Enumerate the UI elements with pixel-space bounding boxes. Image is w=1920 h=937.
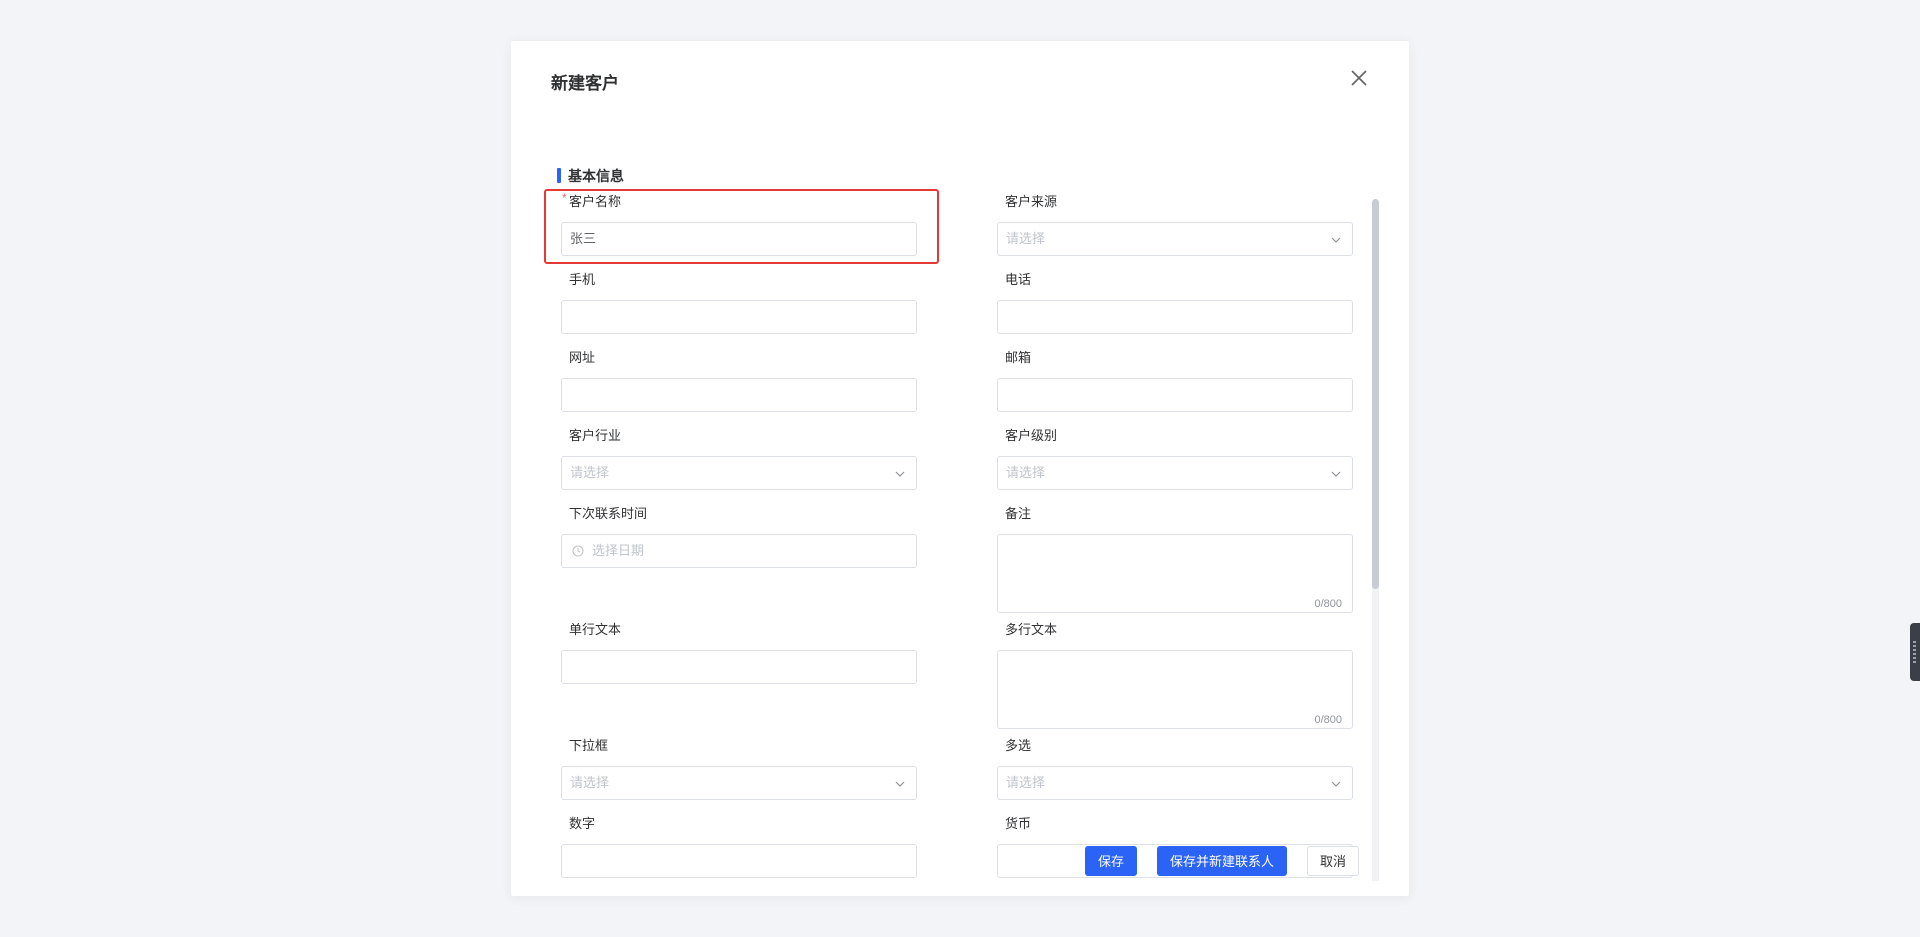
clock-icon [572,545,584,557]
dropdown-placeholder: 请选择 [570,775,610,790]
scrollbar-thumb[interactable] [1372,199,1379,589]
dropdown-label: 下拉框 [569,738,609,753]
dialog-footer: 保存 保存并新建联系人 取消 [1084,846,1359,876]
field-number: 数字 [561,815,917,878]
chevron-down-icon [1331,237,1341,243]
industry-label: 客户行业 [569,428,622,443]
grip-icon [1913,641,1916,663]
required-marker: * [562,191,567,205]
multi-select-placeholder: 请选择 [1006,775,1046,790]
new-customer-dialog: 新建客户 基本信息 * 客户名称 张三 客户来源 请选择 手机 电话 网址 邮箱… [511,41,1409,896]
customer-source-placeholder: 请选择 [1006,231,1046,246]
form-scrollbar[interactable] [1372,199,1379,881]
field-mobile: 手机 [561,271,917,334]
next-contact-date-picker[interactable]: 选择日期 [561,534,917,568]
customer-name-input[interactable]: 张三 [561,222,917,256]
field-multi-text: 多行文本 0/800 [997,621,1353,729]
industry-select[interactable]: 请选择 [561,456,917,490]
number-input[interactable] [561,844,917,878]
single-text-label: 单行文本 [569,622,622,637]
field-level: 客户级别 请选择 [997,427,1353,490]
chevron-down-icon [895,781,905,787]
multi-select-select[interactable]: 请选择 [997,766,1353,800]
field-customer-source: 客户来源 请选择 [997,193,1353,256]
phone-input[interactable] [997,300,1353,334]
field-website: 网址 [561,349,917,412]
field-next-contact: 下次联系时间 选择日期 [561,505,917,568]
website-label: 网址 [569,350,596,365]
customer-name-label: 客户名称 [569,194,622,209]
multi-text-textarea[interactable]: 0/800 [997,650,1353,729]
form-scroll-area[interactable]: 基本信息 * 客户名称 张三 客户来源 请选择 手机 电话 网址 邮箱 客户行业… [511,119,1381,881]
customer-name-value: 张三 [570,231,597,246]
multi-text-label: 多行文本 [1005,622,1058,637]
field-remark: 备注 0/800 [997,505,1353,613]
mobile-input[interactable] [561,300,917,334]
level-select[interactable]: 请选择 [997,456,1353,490]
next-contact-placeholder: 选择日期 [592,543,645,558]
phone-label: 电话 [1005,272,1032,287]
save-and-new-contact-button[interactable]: 保存并新建联系人 [1156,846,1287,876]
remark-char-counter: 0/800 [1314,598,1342,610]
field-email: 邮箱 [997,349,1353,412]
cancel-button[interactable]: 取消 [1306,846,1359,876]
field-industry: 客户行业 请选择 [561,427,917,490]
level-placeholder: 请选择 [1006,465,1046,480]
multi-text-char-counter: 0/800 [1314,714,1342,726]
customer-source-label: 客户来源 [1005,194,1058,209]
field-multi-select: 多选 请选择 [997,737,1353,800]
email-label: 邮箱 [1005,350,1032,365]
close-icon[interactable] [1349,68,1369,88]
multi-select-label: 多选 [1005,738,1032,753]
field-single-text: 单行文本 [561,621,917,684]
remark-textarea[interactable]: 0/800 [997,534,1353,613]
mobile-label: 手机 [569,272,596,287]
email-input[interactable] [997,378,1353,412]
save-button[interactable]: 保存 [1084,846,1137,876]
chevron-down-icon [1331,471,1341,477]
next-contact-label: 下次联系时间 [569,506,648,521]
customer-source-select[interactable]: 请选择 [997,222,1353,256]
single-text-input[interactable] [561,650,917,684]
chevron-down-icon [1331,781,1341,787]
dialog-title: 新建客户 [551,74,619,93]
side-floating-widget[interactable] [1910,623,1920,681]
number-label: 数字 [569,816,596,831]
chevron-down-icon [895,471,905,477]
field-dropdown: 下拉框 请选择 [561,737,917,800]
level-label: 客户级别 [1005,428,1058,443]
field-customer-name: * 客户名称 张三 [561,191,917,256]
section-title-basic-info: 基本信息 [557,166,624,186]
dropdown-select[interactable]: 请选择 [561,766,917,800]
industry-placeholder: 请选择 [570,465,610,480]
remark-label: 备注 [1005,506,1032,521]
field-phone: 电话 [997,271,1353,334]
currency-label: 货币 [1005,816,1032,831]
website-input[interactable] [561,378,917,412]
